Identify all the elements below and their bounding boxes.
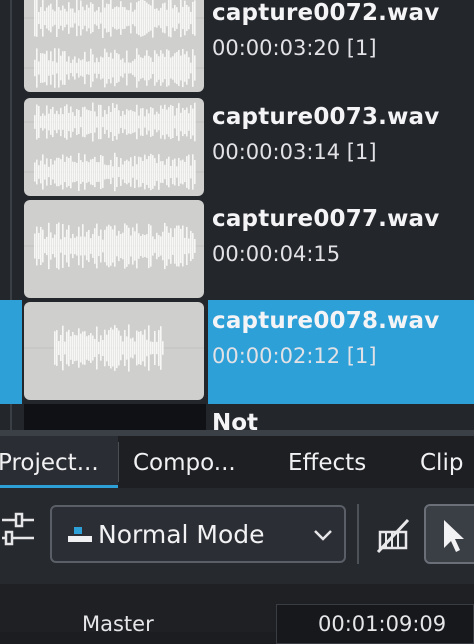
- master-track-label: Master: [82, 612, 154, 636]
- waveform-graphic: [24, 0, 204, 88]
- clip-duration: 00:00:03:20 [1]: [212, 36, 377, 60]
- clip-row-capture0073[interactable]: capture0073.wav 00:00:03:14 [1]: [0, 96, 474, 200]
- waveform-thumbnail: [24, 0, 204, 92]
- clip-thumbnail-frame: [22, 0, 208, 96]
- tab-effects[interactable]: Effects: [288, 436, 366, 488]
- project-bin-clip-list: capture0072.wav 00:00:03:20 [1] capture0…: [0, 0, 474, 432]
- clip-duration: 00:00:02:12 [1]: [212, 344, 377, 368]
- edit-mode-dropdown[interactable]: Normal Mode: [50, 505, 346, 563]
- clip-name: Not: [212, 410, 259, 432]
- clip-name: capture0073.wav: [212, 104, 440, 130]
- select-tool-icon[interactable]: [424, 504, 474, 564]
- edit-mode-label: Normal Mode: [98, 520, 265, 549]
- toolbar-separator: [357, 504, 359, 564]
- clip-thumbnail-frame: [22, 198, 208, 302]
- dock-tab-bar: Project... Compo... Effects Clip: [0, 436, 474, 488]
- clip-name: capture0077.wav: [212, 206, 440, 232]
- tab-label: Clip: [420, 450, 464, 476]
- waveform-thumbnail: [24, 200, 204, 298]
- tab-label: Project...: [0, 450, 99, 476]
- waveform-graphic: [24, 324, 204, 372]
- clip-duration: 00:00:04:15: [212, 242, 341, 266]
- clip-row-capture0077[interactable]: capture0077.wav 00:00:04:15: [0, 198, 474, 302]
- clip-thumbnail: [24, 404, 206, 432]
- clip-row-partial[interactable]: Not: [0, 404, 474, 432]
- tab-compositions[interactable]: Compo...: [133, 436, 236, 488]
- chevron-down-icon: [312, 525, 334, 545]
- clip-duration: 00:00:03:14 [1]: [212, 140, 377, 164]
- tab-clip[interactable]: Clip: [420, 436, 463, 488]
- tab-label: Effects: [288, 450, 367, 476]
- clip-thumbnail-frame: [22, 96, 208, 200]
- clip-name: capture0078.wav: [212, 308, 440, 334]
- waveform-thumbnail: [24, 302, 204, 400]
- tab-label: Compo...: [133, 450, 236, 476]
- waveform-graphic: [24, 102, 204, 192]
- clip-thumbnail-frame: [22, 300, 208, 404]
- razor-tool-icon[interactable]: [372, 516, 414, 556]
- waveform-thumbnail: [24, 98, 204, 196]
- clip-row-capture0072[interactable]: capture0072.wav 00:00:03:20 [1]: [0, 0, 474, 96]
- tab-project[interactable]: Project...: [0, 436, 118, 488]
- normal-mode-icon: [68, 527, 92, 543]
- clip-row-capture0078[interactable]: capture0078.wav 00:00:02:12 [1]: [0, 300, 474, 404]
- timecode-value: 00:01:09:09: [318, 612, 447, 636]
- sliders-icon[interactable]: [0, 506, 40, 552]
- tab-separator: [118, 442, 119, 482]
- clip-name: capture0072.wav: [212, 0, 440, 26]
- waveform-graphic: [24, 222, 204, 270]
